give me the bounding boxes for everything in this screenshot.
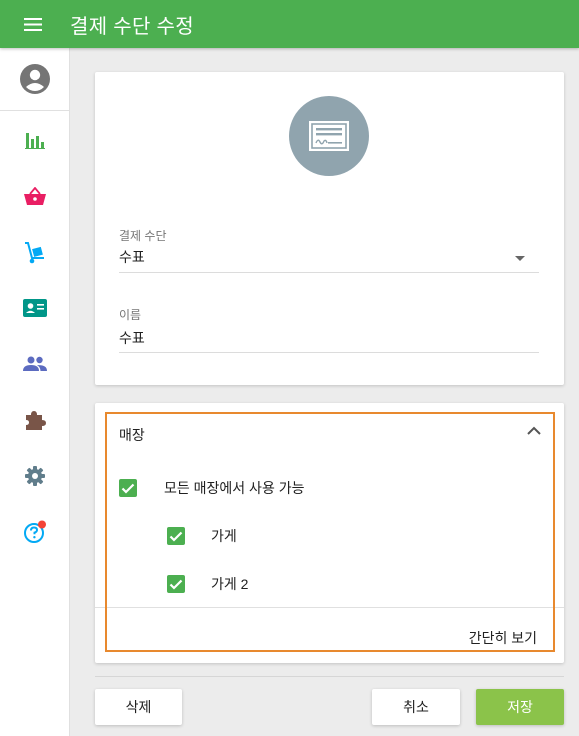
divider: [95, 676, 564, 677]
stores-card: 매장 모든 매장에서 사용 가능 가게 가게 2 간단히 보기: [95, 403, 564, 663]
payment-type-select[interactable]: 결제 수단 수표: [119, 227, 539, 273]
sidebar-item-help[interactable]: [0, 512, 69, 552]
check-payment-icon: [309, 121, 349, 151]
sidebar-item-settings[interactable]: [0, 456, 69, 496]
store-label: 가게: [211, 528, 237, 544]
cancel-button[interactable]: 취소: [372, 689, 460, 725]
show-less-button[interactable]: 간단히 보기: [469, 628, 537, 648]
check-icon: [169, 579, 183, 590]
check-icon: [121, 483, 135, 494]
store-label: 가게 2: [211, 576, 249, 592]
sidebar-item-integrations[interactable]: [0, 400, 69, 440]
all-stores-label: 모든 매장에서 사용 가능: [164, 480, 305, 496]
stores-title: 매장: [119, 427, 145, 443]
hamburger-menu-icon[interactable]: [0, 0, 66, 48]
name-input[interactable]: 수표: [119, 328, 145, 348]
notification-badge: [37, 520, 46, 529]
chevron-down-icon[interactable]: [515, 256, 525, 261]
page-title: 결제 수단 수정: [70, 15, 194, 38]
payment-type-value: 수표: [119, 249, 145, 265]
chevron-up-icon[interactable]: [527, 426, 541, 435]
sidebar-item-inventory[interactable]: [0, 233, 69, 273]
account-avatar[interactable]: [0, 48, 69, 111]
account-circle-icon: [19, 64, 50, 94]
store-checkbox-row[interactable]: 가게 2: [167, 574, 248, 594]
payment-type-label: 결제 수단: [119, 229, 167, 243]
sidebar-item-items[interactable]: [0, 176, 69, 216]
name-label: 이름: [119, 308, 142, 322]
sidebar-item-reports[interactable]: [0, 120, 69, 160]
payment-type-image: [289, 96, 369, 176]
id-card-icon: [22, 299, 47, 317]
hand-truck-icon: [24, 242, 44, 264]
store-checkbox[interactable]: [167, 527, 185, 545]
sidebar: [0, 48, 70, 736]
sidebar-item-customers[interactable]: [0, 344, 69, 384]
help-circle-icon: [23, 520, 46, 543]
delete-button[interactable]: 삭제: [95, 689, 182, 725]
stores-section-header[interactable]: 매장: [95, 403, 564, 463]
payment-type-card: 결제 수단 수표 이름 수표: [95, 72, 564, 385]
app-bar: 결제 수단 수정: [0, 0, 579, 48]
puzzle-icon: [25, 411, 46, 430]
gear-icon: [24, 466, 45, 486]
all-stores-checkbox-row[interactable]: 모든 매장에서 사용 가능: [119, 478, 304, 498]
save-button[interactable]: 저장: [476, 689, 564, 725]
divider: [95, 607, 564, 608]
people-icon: [22, 356, 47, 371]
sidebar-item-employees[interactable]: [0, 288, 69, 328]
all-stores-checkbox[interactable]: [119, 479, 137, 497]
store-checkbox[interactable]: [167, 575, 185, 593]
name-field[interactable]: 이름 수표: [119, 306, 539, 353]
shopping-basket-icon: [23, 187, 46, 205]
bar-chart-icon: [24, 133, 45, 149]
check-icon: [169, 531, 183, 542]
store-checkbox-row[interactable]: 가게: [167, 526, 237, 546]
